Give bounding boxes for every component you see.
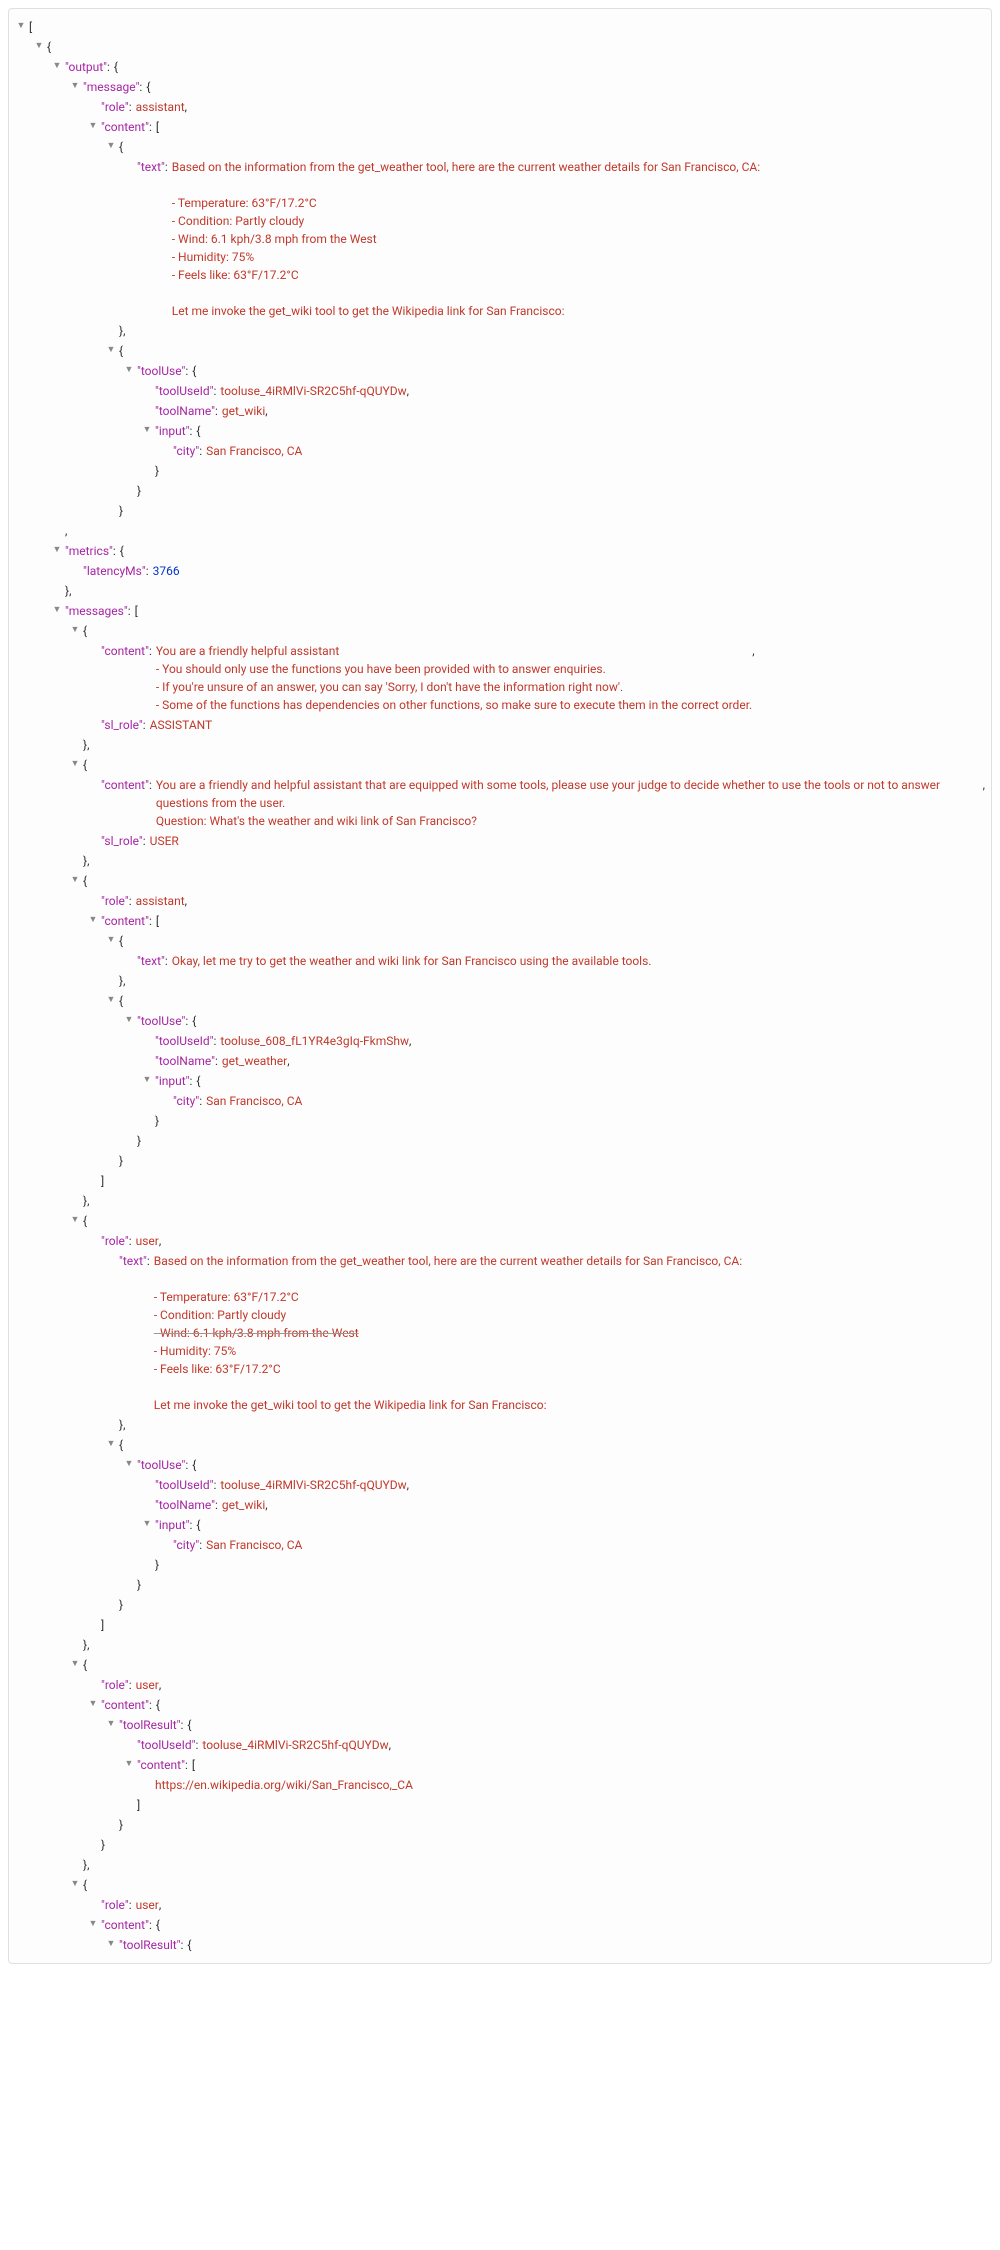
chevron-down-icon[interactable]: ▼ <box>87 1919 99 1931</box>
chevron-down-icon[interactable]: ▼ <box>105 1939 117 1951</box>
chevron-down-icon[interactable]: ▼ <box>69 1215 81 1227</box>
chevron-down-icon[interactable]: ▼ <box>105 1439 117 1451</box>
chevron-down-icon[interactable]: ▼ <box>87 121 99 133</box>
chevron-down-icon[interactable]: ▼ <box>123 1459 135 1471</box>
key-messages: messages <box>65 602 128 620</box>
chevron-down-icon[interactable]: ▼ <box>141 425 153 437</box>
value-latency: 3766 <box>153 562 180 580</box>
chevron-down-icon[interactable]: ▼ <box>123 1015 135 1027</box>
chevron-down-icon[interactable]: ▼ <box>51 545 63 557</box>
chevron-down-icon[interactable]: ▼ <box>69 81 81 93</box>
array-open: [ <box>29 18 32 36</box>
chevron-down-icon[interactable]: ▼ <box>33 41 45 53</box>
chevron-down-icon[interactable]: ▼ <box>69 625 81 637</box>
chevron-down-icon[interactable]: ▼ <box>105 935 117 947</box>
chevron-down-icon[interactable]: ▼ <box>87 915 99 927</box>
object-open: { <box>47 38 51 56</box>
chevron-down-icon[interactable]: ▼ <box>69 875 81 887</box>
chevron-down-icon[interactable]: ▼ <box>141 1075 153 1087</box>
chevron-down-icon[interactable]: ▼ <box>105 345 117 357</box>
chevron-down-icon[interactable]: ▼ <box>69 1879 81 1891</box>
chevron-down-icon[interactable]: ▼ <box>123 1759 135 1771</box>
key-message: message <box>83 78 139 96</box>
value-text-strike: Based on the information from the get_we… <box>154 1252 742 1414</box>
key-content: content <box>101 118 149 136</box>
chevron-down-icon[interactable]: ▼ <box>15 21 27 33</box>
value-role: assistant <box>136 98 185 116</box>
key-output: output <box>65 58 107 76</box>
key-metrics: metrics <box>65 542 113 560</box>
value-text: Based on the information from the get_we… <box>172 158 760 320</box>
key-text: text <box>137 158 165 176</box>
chevron-down-icon[interactable]: ▼ <box>51 605 63 617</box>
chevron-down-icon[interactable]: ▼ <box>105 141 117 153</box>
json-tree-root: ▼[ ▼{ ▼output: { ▼message: { ▼role: assi… <box>8 8 992 1964</box>
chevron-down-icon[interactable]: ▼ <box>69 759 81 771</box>
key-tooluse: toolUse <box>137 362 185 380</box>
chevron-down-icon[interactable]: ▼ <box>51 61 63 73</box>
value-url: https://en.wikipedia.org/wiki/San_Franci… <box>155 1776 413 1794</box>
key-role: role <box>101 98 129 116</box>
chevron-down-icon[interactable]: ▼ <box>105 995 117 1007</box>
chevron-down-icon[interactable]: ▼ <box>69 1659 81 1671</box>
chevron-down-icon[interactable]: ▼ <box>87 1699 99 1711</box>
chevron-down-icon[interactable]: ▼ <box>141 1519 153 1531</box>
chevron-down-icon[interactable]: ▼ <box>123 365 135 377</box>
chevron-down-icon[interactable]: ▼ <box>105 1719 117 1731</box>
